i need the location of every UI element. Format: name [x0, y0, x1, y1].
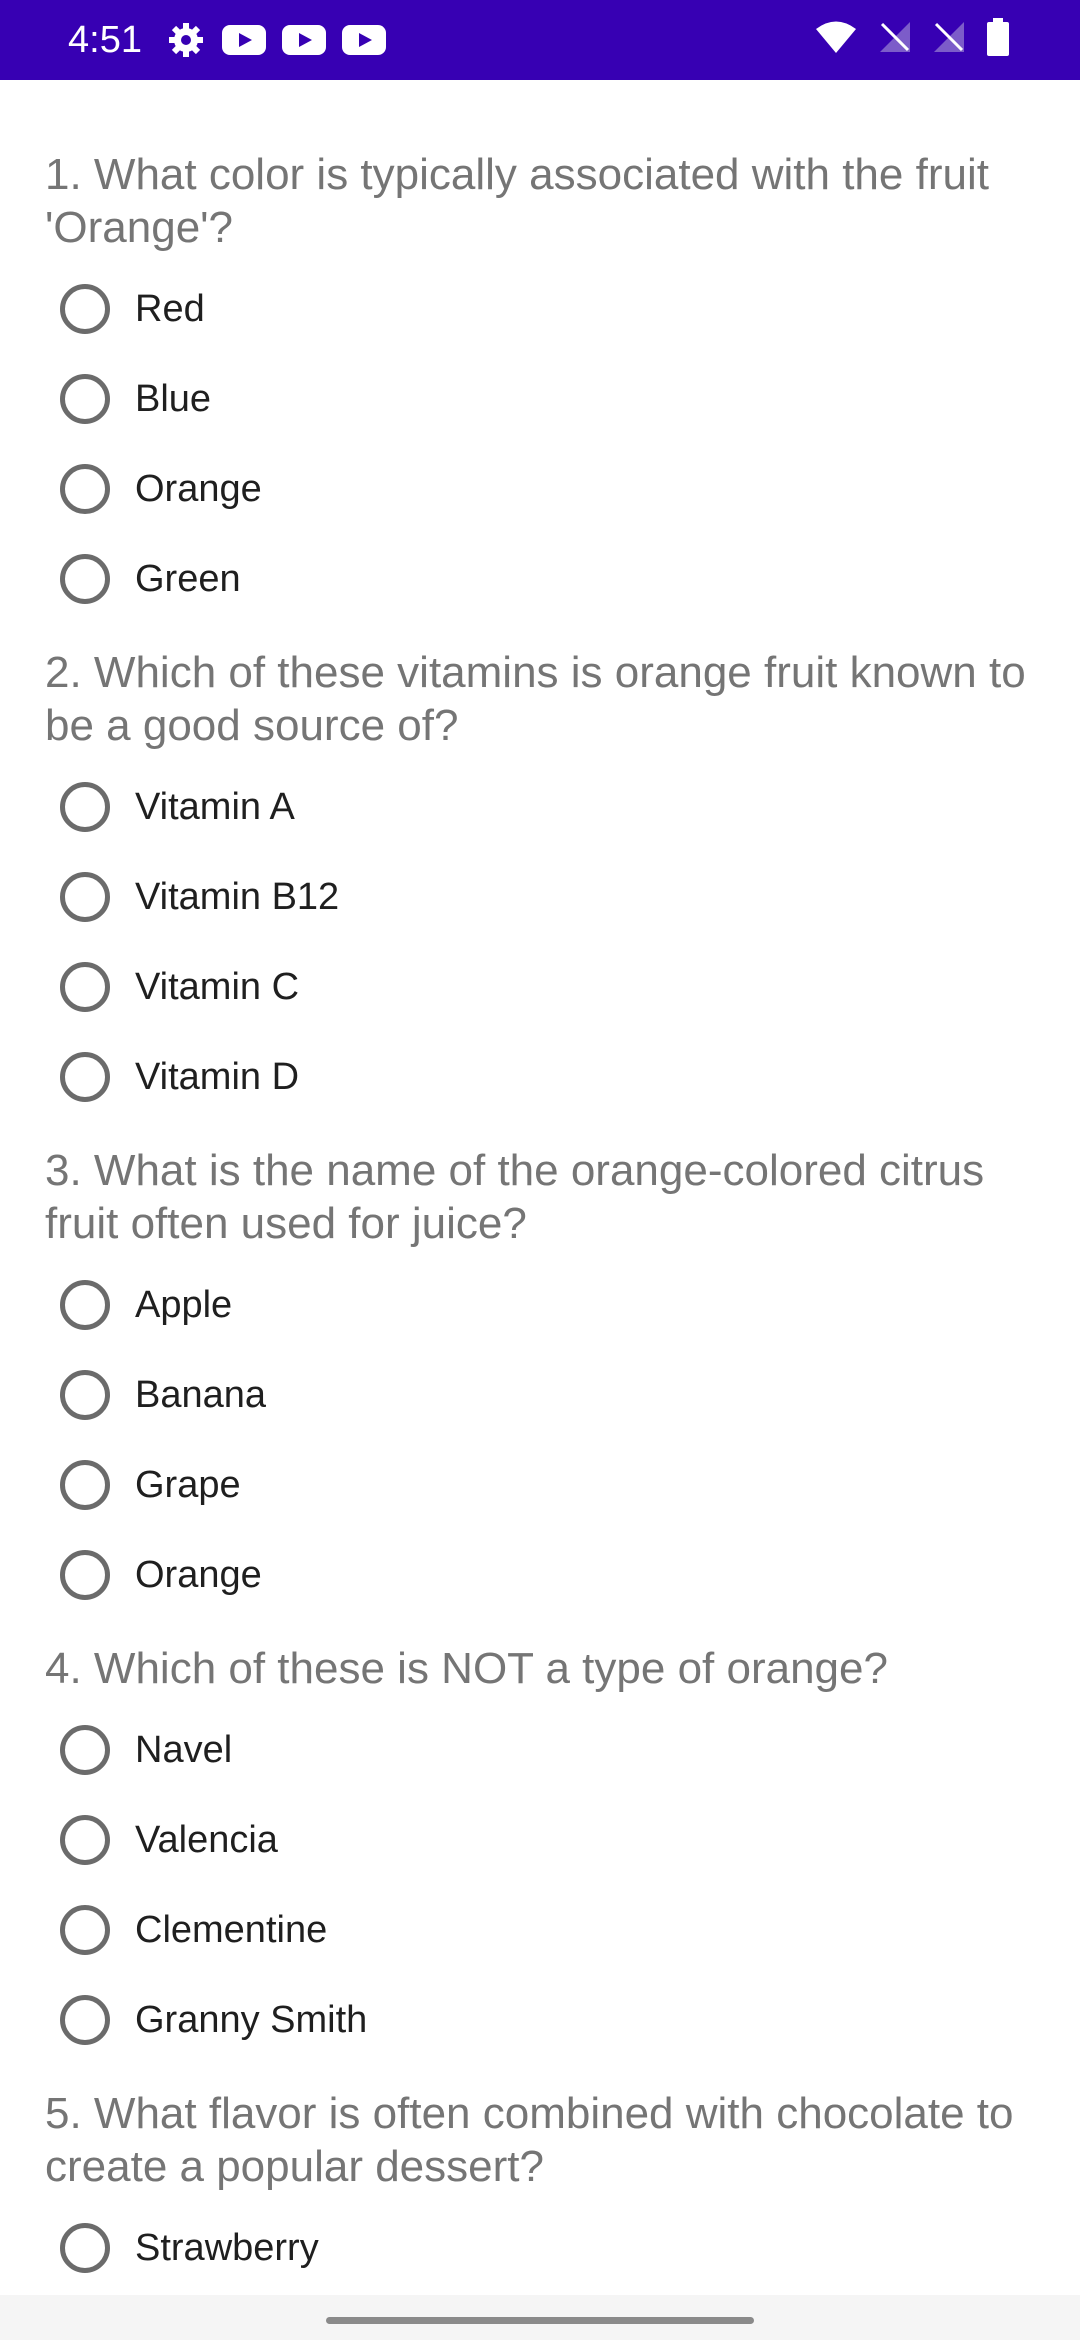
q3-option-3[interactable]: Grape — [60, 1450, 241, 1520]
battery-icon — [987, 18, 1009, 56]
radio-button[interactable] — [60, 464, 110, 514]
option-label: Vitamin A — [135, 785, 295, 828]
q2-option-4[interactable]: Vitamin D — [60, 1042, 299, 1112]
q2-option-2[interactable]: Vitamin B12 — [60, 862, 339, 932]
status-bar: 4:51 — [0, 0, 1080, 80]
q2-option-1[interactable]: Vitamin A — [60, 772, 295, 842]
gesture-handle[interactable] — [326, 2317, 754, 2324]
option-label: Green — [135, 557, 241, 600]
radio-button[interactable] — [60, 782, 110, 832]
option-label: Clementine — [135, 1908, 328, 1951]
option-label: Valencia — [135, 1818, 278, 1861]
navigation-bar — [0, 2295, 1080, 2340]
signal-off-icon — [880, 22, 910, 52]
option-label: Blue — [135, 377, 212, 420]
system-icons — [814, 18, 1010, 56]
radio-button[interactable] — [60, 1815, 110, 1865]
wifi-icon — [816, 21, 856, 53]
radio-button[interactable] — [60, 284, 110, 334]
option-label: Navel — [135, 1728, 233, 1771]
option-label: Vitamin D — [135, 1055, 300, 1098]
question-4-text: 4. Which of these is NOT a type of orang… — [45, 1644, 888, 1693]
status-time: 4:51 — [68, 19, 142, 61]
q4-option-2[interactable]: Valencia — [60, 1805, 278, 1875]
option-label: Orange — [135, 467, 262, 510]
option-label: Grape — [135, 1463, 241, 1506]
option-label: Vitamin C — [135, 965, 300, 1008]
q4-option-3[interactable]: Clementine — [60, 1895, 327, 1965]
option-label: Banana — [135, 1373, 267, 1416]
radio-button[interactable] — [60, 1995, 110, 2045]
radio-button[interactable] — [60, 1905, 110, 1955]
q5-option-1[interactable]: Strawberry — [60, 2213, 319, 2283]
option-label: Strawberry — [135, 2226, 319, 2269]
question-5-text: 5. What flavor is often combined with ch… — [45, 2089, 1014, 2191]
question-3-text: 3. What is the name of the orange-colore… — [45, 1146, 985, 1248]
radio-button[interactable] — [60, 872, 110, 922]
radio-button[interactable] — [60, 1370, 110, 1420]
q4-option-1[interactable]: Navel — [60, 1715, 232, 1785]
radio-button[interactable] — [60, 962, 110, 1012]
q4-option-4[interactable]: Granny Smith — [60, 1985, 367, 2055]
q3-option-1[interactable]: Apple — [60, 1270, 232, 1340]
option-label: Granny Smith — [135, 1998, 368, 2041]
radio-button[interactable] — [60, 1550, 110, 1600]
q3-option-2[interactable]: Banana — [60, 1360, 266, 1430]
q1-option-3[interactable]: Orange — [60, 454, 262, 524]
youtube-icon — [342, 25, 386, 55]
option-label: Apple — [135, 1283, 233, 1326]
radio-button[interactable] — [60, 2223, 110, 2273]
question-1-text: 1. What color is typically associated wi… — [45, 150, 989, 252]
youtube-icon — [282, 25, 326, 55]
q1-option-2[interactable]: Blue — [60, 364, 211, 434]
question-2-text: 2. Which of these vitamins is orange fru… — [45, 648, 1026, 750]
option-label: Vitamin B12 — [135, 875, 340, 918]
q2-option-3[interactable]: Vitamin C — [60, 952, 299, 1022]
radio-button[interactable] — [60, 374, 110, 424]
radio-button[interactable] — [60, 1280, 110, 1330]
q1-option-4[interactable]: Green — [60, 544, 241, 614]
radio-button[interactable] — [60, 554, 110, 604]
q3-option-4[interactable]: Orange — [60, 1540, 262, 1610]
youtube-icon — [222, 25, 266, 55]
radio-button[interactable] — [60, 1725, 110, 1775]
q1-option-1[interactable]: Red — [60, 274, 205, 344]
gear-icon — [169, 23, 203, 57]
radio-button[interactable] — [60, 1460, 110, 1510]
quiz-content[interactable]: 1. What color is typically associated wi… — [0, 80, 1080, 2295]
notification-icons — [166, 20, 386, 60]
option-label: Orange — [135, 1553, 262, 1596]
radio-button[interactable] — [60, 1052, 110, 1102]
option-label: Red — [135, 287, 205, 330]
signal-off-icon — [934, 22, 964, 52]
